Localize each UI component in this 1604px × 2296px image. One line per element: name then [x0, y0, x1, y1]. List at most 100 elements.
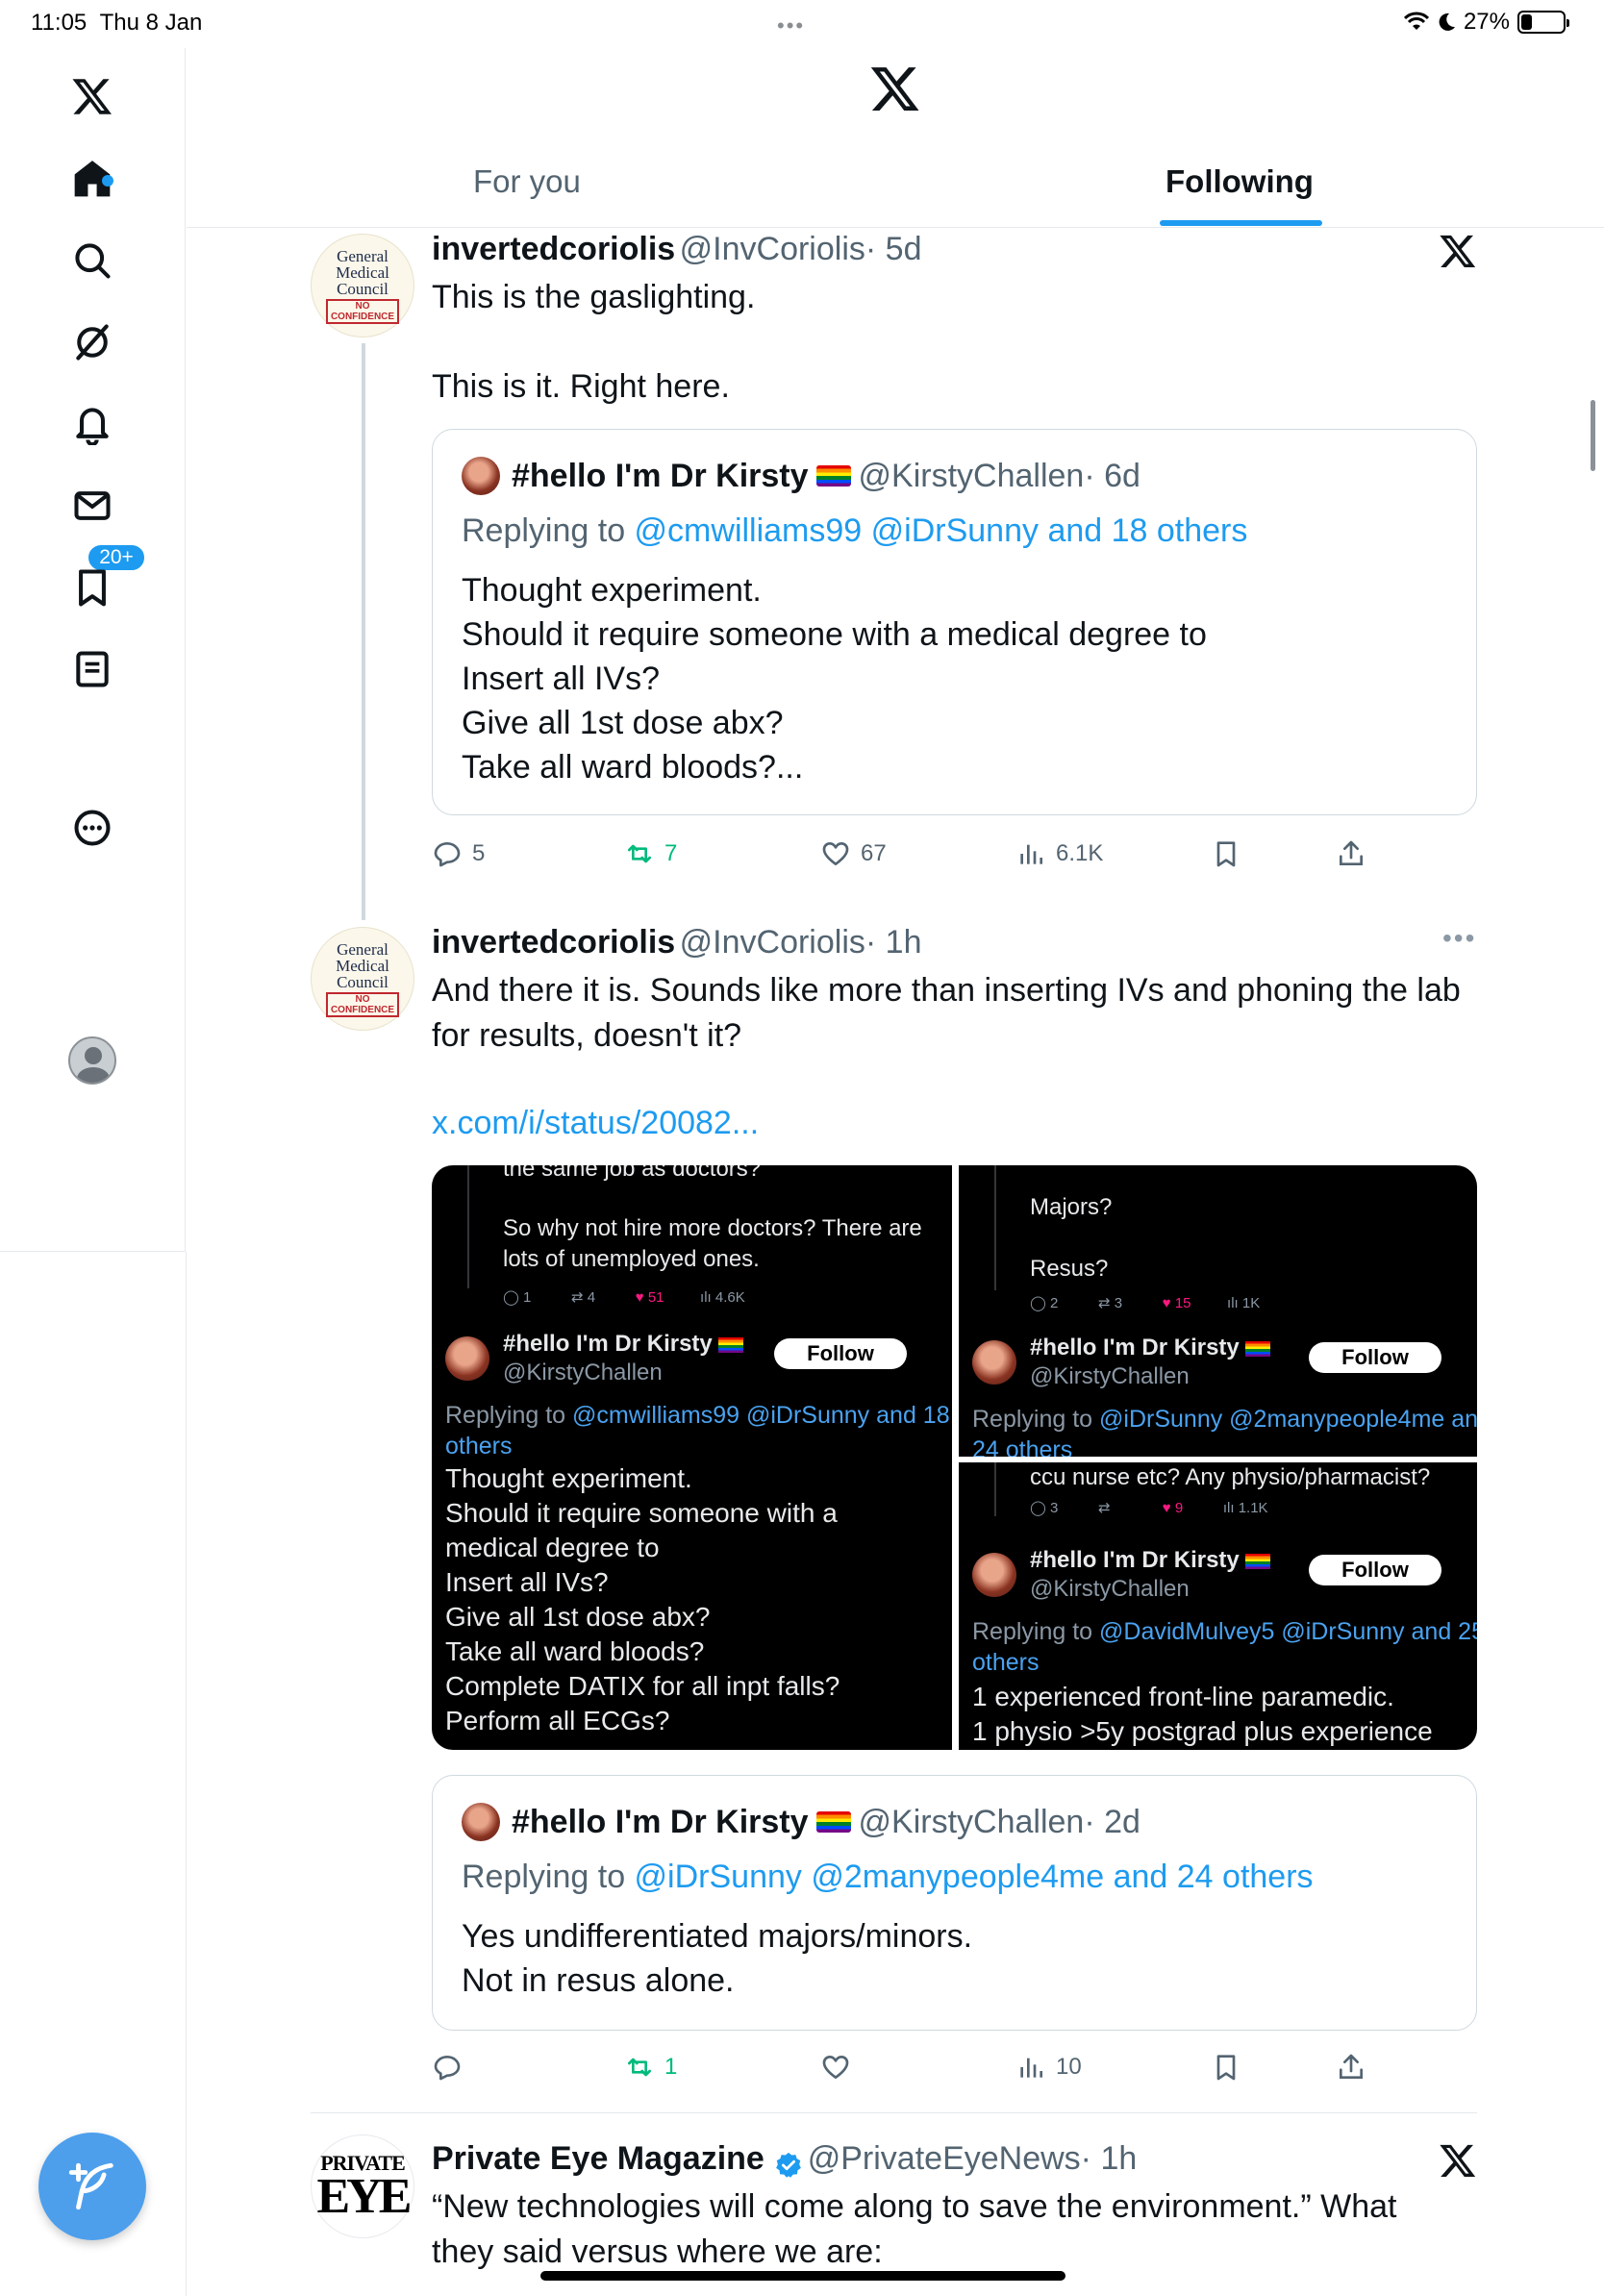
tweet-link[interactable]: x.com/i/status/20082... [432, 1105, 759, 1142]
pride-flag-icon [815, 465, 851, 487]
verified-badge-icon [776, 2152, 802, 2178]
views-button[interactable]: 10 [1015, 2046, 1082, 2088]
media-grid[interactable]: the same job as doctors? So why not hire… [432, 1165, 1477, 1750]
media-reply-context: Replying to @cmwilliams99 @iDrSunny and … [445, 1402, 950, 1460]
views-button[interactable]: 6.1K [1015, 833, 1103, 875]
share-button[interactable] [1336, 2046, 1366, 2088]
quote-text: Thought experiment. Should it require so… [462, 572, 1207, 786]
author-name: #hello I'm Dr Kirsty [512, 457, 809, 494]
avatar[interactable]: PRIVATE EYE [311, 2134, 414, 2238]
media-image-1[interactable]: the same job as doctors? So why not hire… [432, 1165, 952, 1750]
tweet-text: This is the gaslighting. This is it. Rig… [432, 279, 756, 405]
tab-for-you[interactable]: For you [473, 163, 581, 200]
home-unread-dot [102, 175, 113, 187]
tweet-actions: 5 7 67 6.1K [432, 833, 1477, 875]
media-image-2[interactable]: Majors? Resus? ◯ 2 ⇄ 3 ♥ 15 ılı 1K #hell… [959, 1165, 1477, 1457]
bookmark-icon [1216, 2055, 1236, 2081]
share-button[interactable] [1336, 833, 1366, 875]
heart-icon [822, 842, 849, 865]
quote-tweet[interactable]: #hello I'm Dr Kirsty @KirstyChallen · 6d … [432, 429, 1477, 815]
author-handle: @KirstyChallen [858, 457, 1085, 494]
x-logo-icon[interactable] [869, 62, 921, 114]
reply-button[interactable] [432, 2046, 472, 2088]
media-text: So why not hire more doctors? There are … [503, 1215, 922, 1272]
media-reply-context: Replying to @DavidMulvey5 @iDrSunny and … [972, 1618, 1477, 1676]
media-text: 1 experienced front-line paramedic. 1 ph… [972, 1682, 1433, 1746]
sidebar: 20+ [0, 48, 186, 1252]
like-button[interactable]: 67 [820, 833, 887, 875]
tweet-time[interactable]: · 1h [865, 924, 922, 961]
more-options-icon[interactable]: ••• [1442, 923, 1476, 954]
x-logo-icon [1440, 235, 1476, 267]
tweet-header: Private Eye Magazine @PrivateEyeNews· 1h [432, 2140, 1137, 2180]
tweet-divider [311, 2112, 1477, 2113]
status-time: 11:05 Thu 8 Jan [31, 10, 203, 36]
mail-icon[interactable] [63, 477, 121, 535]
like-button[interactable] [820, 2046, 861, 2088]
follow-button: Follow [1309, 1555, 1441, 1585]
tweet-actions: 1 10 [432, 2046, 1477, 2088]
repost-button[interactable]: 1 [624, 2046, 677, 2088]
avatar[interactable]: General Medical Council NO CONFIDENCE [311, 234, 414, 337]
more-icon[interactable] [63, 799, 121, 857]
avatar[interactable] [462, 1803, 500, 1841]
bookmark-button[interactable] [1211, 833, 1241, 875]
author-handle[interactable]: @PrivateEyeNews [808, 2140, 1081, 2177]
author-handle[interactable]: @InvCoriolis [680, 231, 865, 267]
tweet-time: · 2d [1084, 1803, 1140, 1840]
author-handle[interactable]: @InvCoriolis [680, 924, 865, 961]
avatar[interactable] [462, 457, 500, 495]
tweet-header: invertedcoriolis @InvCoriolis· 1h [432, 924, 921, 961]
reply-button[interactable]: 5 [432, 833, 485, 875]
wifi-icon [1403, 12, 1429, 30]
status-bar: 11:05 Thu 8 Jan ••• 27% [0, 0, 1604, 48]
header-divider [187, 227, 1604, 228]
battery-percent: 27% [1463, 9, 1510, 35]
media-stats: ◯ 3 ⇄ ♥ 9 ılı 1.1K [1030, 1500, 1268, 1516]
avatar[interactable] [68, 1036, 116, 1085]
bookmark-icon[interactable] [63, 559, 121, 616]
pride-flag-icon [815, 1811, 851, 1833]
thread-connector [362, 343, 365, 920]
reply-mentions[interactable]: @iDrSunny @2manypeople4me and 24 others [635, 1859, 1314, 1895]
x-logo-icon[interactable] [63, 67, 121, 125]
tab-following[interactable]: Following [1165, 163, 1314, 200]
author-name: #hello I'm Dr Kirsty [512, 1803, 809, 1840]
quote-tweet[interactable]: #hello I'm Dr Kirsty @KirstyChallen · 2d … [432, 1775, 1477, 2031]
media-image-3[interactable]: ccu nurse etc? Any physio/pharmacist? ◯ … [959, 1462, 1477, 1750]
media-stats: ◯ 2 ⇄ 3 ♥ 15 ılı 1K [1030, 1295, 1261, 1311]
author-name[interactable]: Private Eye Magazine [432, 2140, 764, 2177]
reply-context: Replying to @cmwilliams99 @iDrSunny and … [462, 512, 1248, 549]
tweet-time[interactable]: · 5d [865, 231, 922, 267]
bookmark-button[interactable] [1211, 2046, 1241, 2088]
reply-icon [434, 2056, 461, 2081]
avatar[interactable]: General Medical Council NO CONFIDENCE [311, 927, 414, 1031]
tweet-text: “New technologies will come along to sav… [432, 2188, 1397, 2270]
reply-context: Replying to @iDrSunny @2manypeople4me an… [462, 1859, 1314, 1895]
x-logo-icon [1440, 2144, 1476, 2177]
heart-icon [822, 2056, 849, 2079]
repost-icon [628, 844, 651, 863]
media-text: Thought experiment. Should it require so… [445, 1463, 840, 1735]
multitask-dots-icon[interactable]: ••• [777, 13, 805, 38]
reply-mentions[interactable]: @cmwilliams99 @iDrSunny and 18 others [635, 512, 1248, 549]
avatar [972, 1553, 1016, 1597]
status-indicators: 27% [1403, 9, 1569, 36]
list-icon[interactable] [63, 640, 121, 698]
compose-button[interactable] [38, 2133, 146, 2240]
tweet-time: · 6d [1084, 457, 1140, 494]
home-indicator[interactable] [540, 2271, 1065, 2281]
grok-icon[interactable] [63, 313, 121, 371]
media-reply-context: Replying to @iDrSunny @2manypeople4me an… [972, 1406, 1477, 1457]
search-icon[interactable] [63, 232, 121, 289]
repost-icon [628, 2058, 651, 2077]
repost-button[interactable]: 7 [624, 833, 677, 875]
share-icon [1340, 2054, 1363, 2079]
author-name[interactable]: invertedcoriolis [432, 924, 675, 961]
moon-icon [1439, 12, 1455, 31]
scrollbar[interactable] [1591, 400, 1595, 471]
author-name[interactable]: invertedcoriolis [432, 231, 675, 267]
tweet-time[interactable]: · 1h [1081, 2140, 1138, 2177]
bell-icon[interactable] [63, 395, 121, 453]
tweet-header: invertedcoriolis @InvCoriolis· 5d [432, 231, 921, 268]
